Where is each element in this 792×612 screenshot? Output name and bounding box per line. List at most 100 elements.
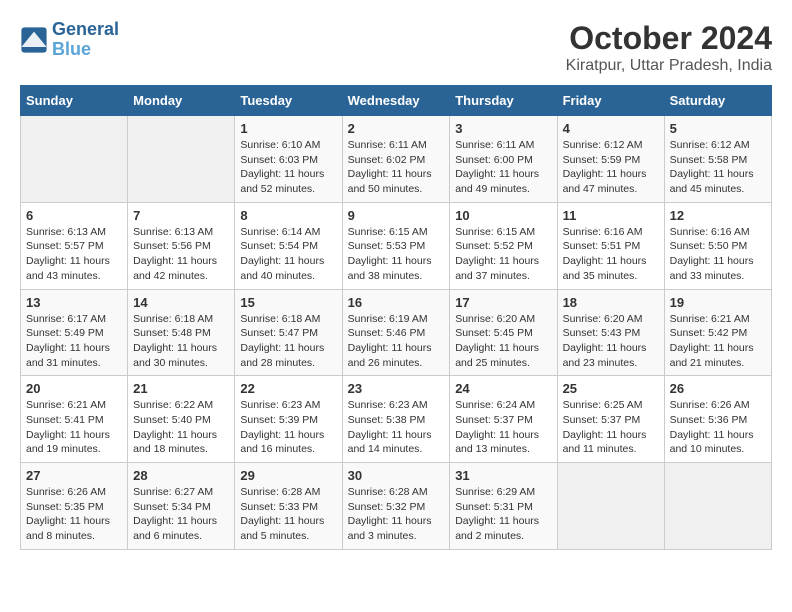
calendar-cell: 27 Sunrise: 6:26 AM Sunset: 5:35 PM Dayli…	[21, 463, 128, 550]
calendar-header-thursday: Thursday	[450, 86, 557, 116]
day-number: 22	[240, 381, 336, 396]
day-info: Sunrise: 6:29 AM Sunset: 5:31 PM Dayligh…	[455, 485, 551, 544]
calendar-cell: 22Sunrise: 6:23 AM Sunset: 5:39 PM Dayli…	[235, 376, 342, 463]
day-info: Sunrise: 6:28 AM Sunset: 5:32 PM Dayligh…	[348, 485, 445, 544]
day-number: 27	[26, 468, 122, 483]
day-info: Sunrise: 6:14 AM Sunset: 5:54 PM Dayligh…	[240, 225, 336, 284]
calendar-cell: 15 Sunrise: 6:18 AM Sunset: 5:47 PM Dayli…	[235, 289, 342, 376]
calendar-header-wednesday: Wednesday	[342, 86, 450, 116]
day-info: Sunrise: 6:21 AM Sunset: 5:41 PM Dayligh…	[26, 398, 122, 457]
day-number: 3	[455, 121, 551, 136]
calendar-cell: 31 Sunrise: 6:29 AM Sunset: 5:31 PM Dayli…	[450, 463, 557, 550]
day-info: Sunrise: 6:21 AM Sunset: 5:42 PM Dayligh…	[670, 312, 766, 371]
calendar-cell: 1 Sunrise: 6:10 AM Sunset: 6:03 PM Daylig…	[235, 116, 342, 203]
day-number: 15	[240, 295, 336, 310]
calendar-cell: 7 Sunrise: 6:13 AM Sunset: 5:56 PM Daylig…	[128, 202, 235, 289]
month-title: October 2024	[566, 20, 772, 57]
day-info: Sunrise: 6:11 AM Sunset: 6:02 PM Dayligh…	[348, 138, 445, 197]
day-number: 9	[348, 208, 445, 223]
day-info: Sunrise: 6:25 AM Sunset: 5:37 PM Dayligh…	[563, 398, 659, 457]
day-number: 31	[455, 468, 551, 483]
day-info: Sunrise: 6:26 AM Sunset: 5:36 PM Dayligh…	[670, 398, 766, 457]
calendar-cell: 9 Sunrise: 6:15 AM Sunset: 5:53 PM Daylig…	[342, 202, 450, 289]
calendar-cell: 18 Sunrise: 6:20 AM Sunset: 5:43 PM Dayli…	[557, 289, 664, 376]
day-info: Sunrise: 6:18 AM Sunset: 5:48 PM Dayligh…	[133, 312, 229, 371]
calendar-cell: 19 Sunrise: 6:21 AM Sunset: 5:42 PM Dayli…	[664, 289, 771, 376]
calendar-cell: 12Sunrise: 6:16 AM Sunset: 5:50 PM Dayli…	[664, 202, 771, 289]
day-info: Sunrise: 6:10 AM Sunset: 6:03 PM Dayligh…	[240, 138, 336, 197]
day-info: Sunrise: 6:27 AM Sunset: 5:34 PM Dayligh…	[133, 485, 229, 544]
day-number: 30	[348, 468, 445, 483]
day-info: Sunrise: 6:11 AM Sunset: 6:00 PM Dayligh…	[455, 138, 551, 197]
day-info: Sunrise: 6:15 AM Sunset: 5:52 PM Dayligh…	[455, 225, 551, 284]
day-info: Sunrise: 6:28 AM Sunset: 5:33 PM Dayligh…	[240, 485, 336, 544]
day-number: 8	[240, 208, 336, 223]
location-subtitle: Kiratpur, Uttar Pradesh, India	[566, 57, 772, 75]
day-info: Sunrise: 6:12 AM Sunset: 5:59 PM Dayligh…	[563, 138, 659, 197]
day-number: 20	[26, 381, 122, 396]
calendar-week-2: 6Sunrise: 6:13 AM Sunset: 5:57 PM Daylig…	[21, 202, 772, 289]
calendar-week-4: 20 Sunrise: 6:21 AM Sunset: 5:41 PM Dayli…	[21, 376, 772, 463]
calendar-header-tuesday: Tuesday	[235, 86, 342, 116]
calendar-week-5: 27 Sunrise: 6:26 AM Sunset: 5:35 PM Dayli…	[21, 463, 772, 550]
day-number: 21	[133, 381, 229, 396]
calendar-header-row: SundayMondayTuesdayWednesdayThursdayFrid…	[21, 86, 772, 116]
calendar-cell: 25 Sunrise: 6:25 AM Sunset: 5:37 PM Dayli…	[557, 376, 664, 463]
calendar-cell: 16Sunrise: 6:19 AM Sunset: 5:46 PM Dayli…	[342, 289, 450, 376]
calendar-cell: 24 Sunrise: 6:24 AM Sunset: 5:37 PM Dayli…	[450, 376, 557, 463]
calendar-week-1: 1 Sunrise: 6:10 AM Sunset: 6:03 PM Daylig…	[21, 116, 772, 203]
day-number: 18	[563, 295, 659, 310]
calendar-cell: 2Sunrise: 6:11 AM Sunset: 6:02 PM Daylig…	[342, 116, 450, 203]
day-info: Sunrise: 6:16 AM Sunset: 5:51 PM Dayligh…	[563, 225, 659, 284]
day-number: 24	[455, 381, 551, 396]
day-number: 10	[455, 208, 551, 223]
calendar-cell: 30 Sunrise: 6:28 AM Sunset: 5:32 PM Dayli…	[342, 463, 450, 550]
page-header: General Blue October 2024 Kiratpur, Utta…	[20, 20, 772, 75]
day-number: 25	[563, 381, 659, 396]
day-number: 16	[348, 295, 445, 310]
calendar-cell: 21Sunrise: 6:22 AM Sunset: 5:40 PM Dayli…	[128, 376, 235, 463]
calendar-header-monday: Monday	[128, 86, 235, 116]
calendar-cell: 6Sunrise: 6:13 AM Sunset: 5:57 PM Daylig…	[21, 202, 128, 289]
day-number: 19	[670, 295, 766, 310]
day-number: 26	[670, 381, 766, 396]
calendar-cell: 29 Sunrise: 6:28 AM Sunset: 5:33 PM Dayli…	[235, 463, 342, 550]
day-number: 12	[670, 208, 766, 223]
logo-text: General Blue	[52, 20, 119, 60]
day-info: Sunrise: 6:20 AM Sunset: 5:43 PM Dayligh…	[563, 312, 659, 371]
calendar-table: SundayMondayTuesdayWednesdayThursdayFrid…	[20, 85, 772, 550]
day-info: Sunrise: 6:13 AM Sunset: 5:56 PM Dayligh…	[133, 225, 229, 284]
day-number: 28	[133, 468, 229, 483]
calendar-header-saturday: Saturday	[664, 86, 771, 116]
calendar-cell: 4 Sunrise: 6:12 AM Sunset: 5:59 PM Daylig…	[557, 116, 664, 203]
calendar-cell: 10 Sunrise: 6:15 AM Sunset: 5:52 PM Dayli…	[450, 202, 557, 289]
calendar-cell: 20 Sunrise: 6:21 AM Sunset: 5:41 PM Dayli…	[21, 376, 128, 463]
logo-icon	[20, 26, 48, 54]
title-block: October 2024 Kiratpur, Uttar Pradesh, In…	[566, 20, 772, 75]
day-info: Sunrise: 6:12 AM Sunset: 5:58 PM Dayligh…	[670, 138, 766, 197]
day-info: Sunrise: 6:15 AM Sunset: 5:53 PM Dayligh…	[348, 225, 445, 284]
day-info: Sunrise: 6:24 AM Sunset: 5:37 PM Dayligh…	[455, 398, 551, 457]
calendar-cell: 14 Sunrise: 6:18 AM Sunset: 5:48 PM Dayli…	[128, 289, 235, 376]
calendar-cell: 13Sunrise: 6:17 AM Sunset: 5:49 PM Dayli…	[21, 289, 128, 376]
day-number: 6	[26, 208, 122, 223]
calendar-header-sunday: Sunday	[21, 86, 128, 116]
day-number: 29	[240, 468, 336, 483]
day-number: 7	[133, 208, 229, 223]
day-number: 11	[563, 208, 659, 223]
day-number: 4	[563, 121, 659, 136]
calendar-cell: 17Sunrise: 6:20 AM Sunset: 5:45 PM Dayli…	[450, 289, 557, 376]
calendar-cell: 3 Sunrise: 6:11 AM Sunset: 6:00 PM Daylig…	[450, 116, 557, 203]
calendar-header-friday: Friday	[557, 86, 664, 116]
day-number: 23	[348, 381, 445, 396]
day-info: Sunrise: 6:18 AM Sunset: 5:47 PM Dayligh…	[240, 312, 336, 371]
day-info: Sunrise: 6:26 AM Sunset: 5:35 PM Dayligh…	[26, 485, 122, 544]
day-info: Sunrise: 6:17 AM Sunset: 5:49 PM Dayligh…	[26, 312, 122, 371]
calendar-cell: 11 Sunrise: 6:16 AM Sunset: 5:51 PM Dayli…	[557, 202, 664, 289]
day-number: 1	[240, 121, 336, 136]
calendar-cell: 8 Sunrise: 6:14 AM Sunset: 5:54 PM Daylig…	[235, 202, 342, 289]
day-number: 14	[133, 295, 229, 310]
calendar-week-3: 13Sunrise: 6:17 AM Sunset: 5:49 PM Dayli…	[21, 289, 772, 376]
calendar-cell: 28 Sunrise: 6:27 AM Sunset: 5:34 PM Dayli…	[128, 463, 235, 550]
day-info: Sunrise: 6:23 AM Sunset: 5:38 PM Dayligh…	[348, 398, 445, 457]
